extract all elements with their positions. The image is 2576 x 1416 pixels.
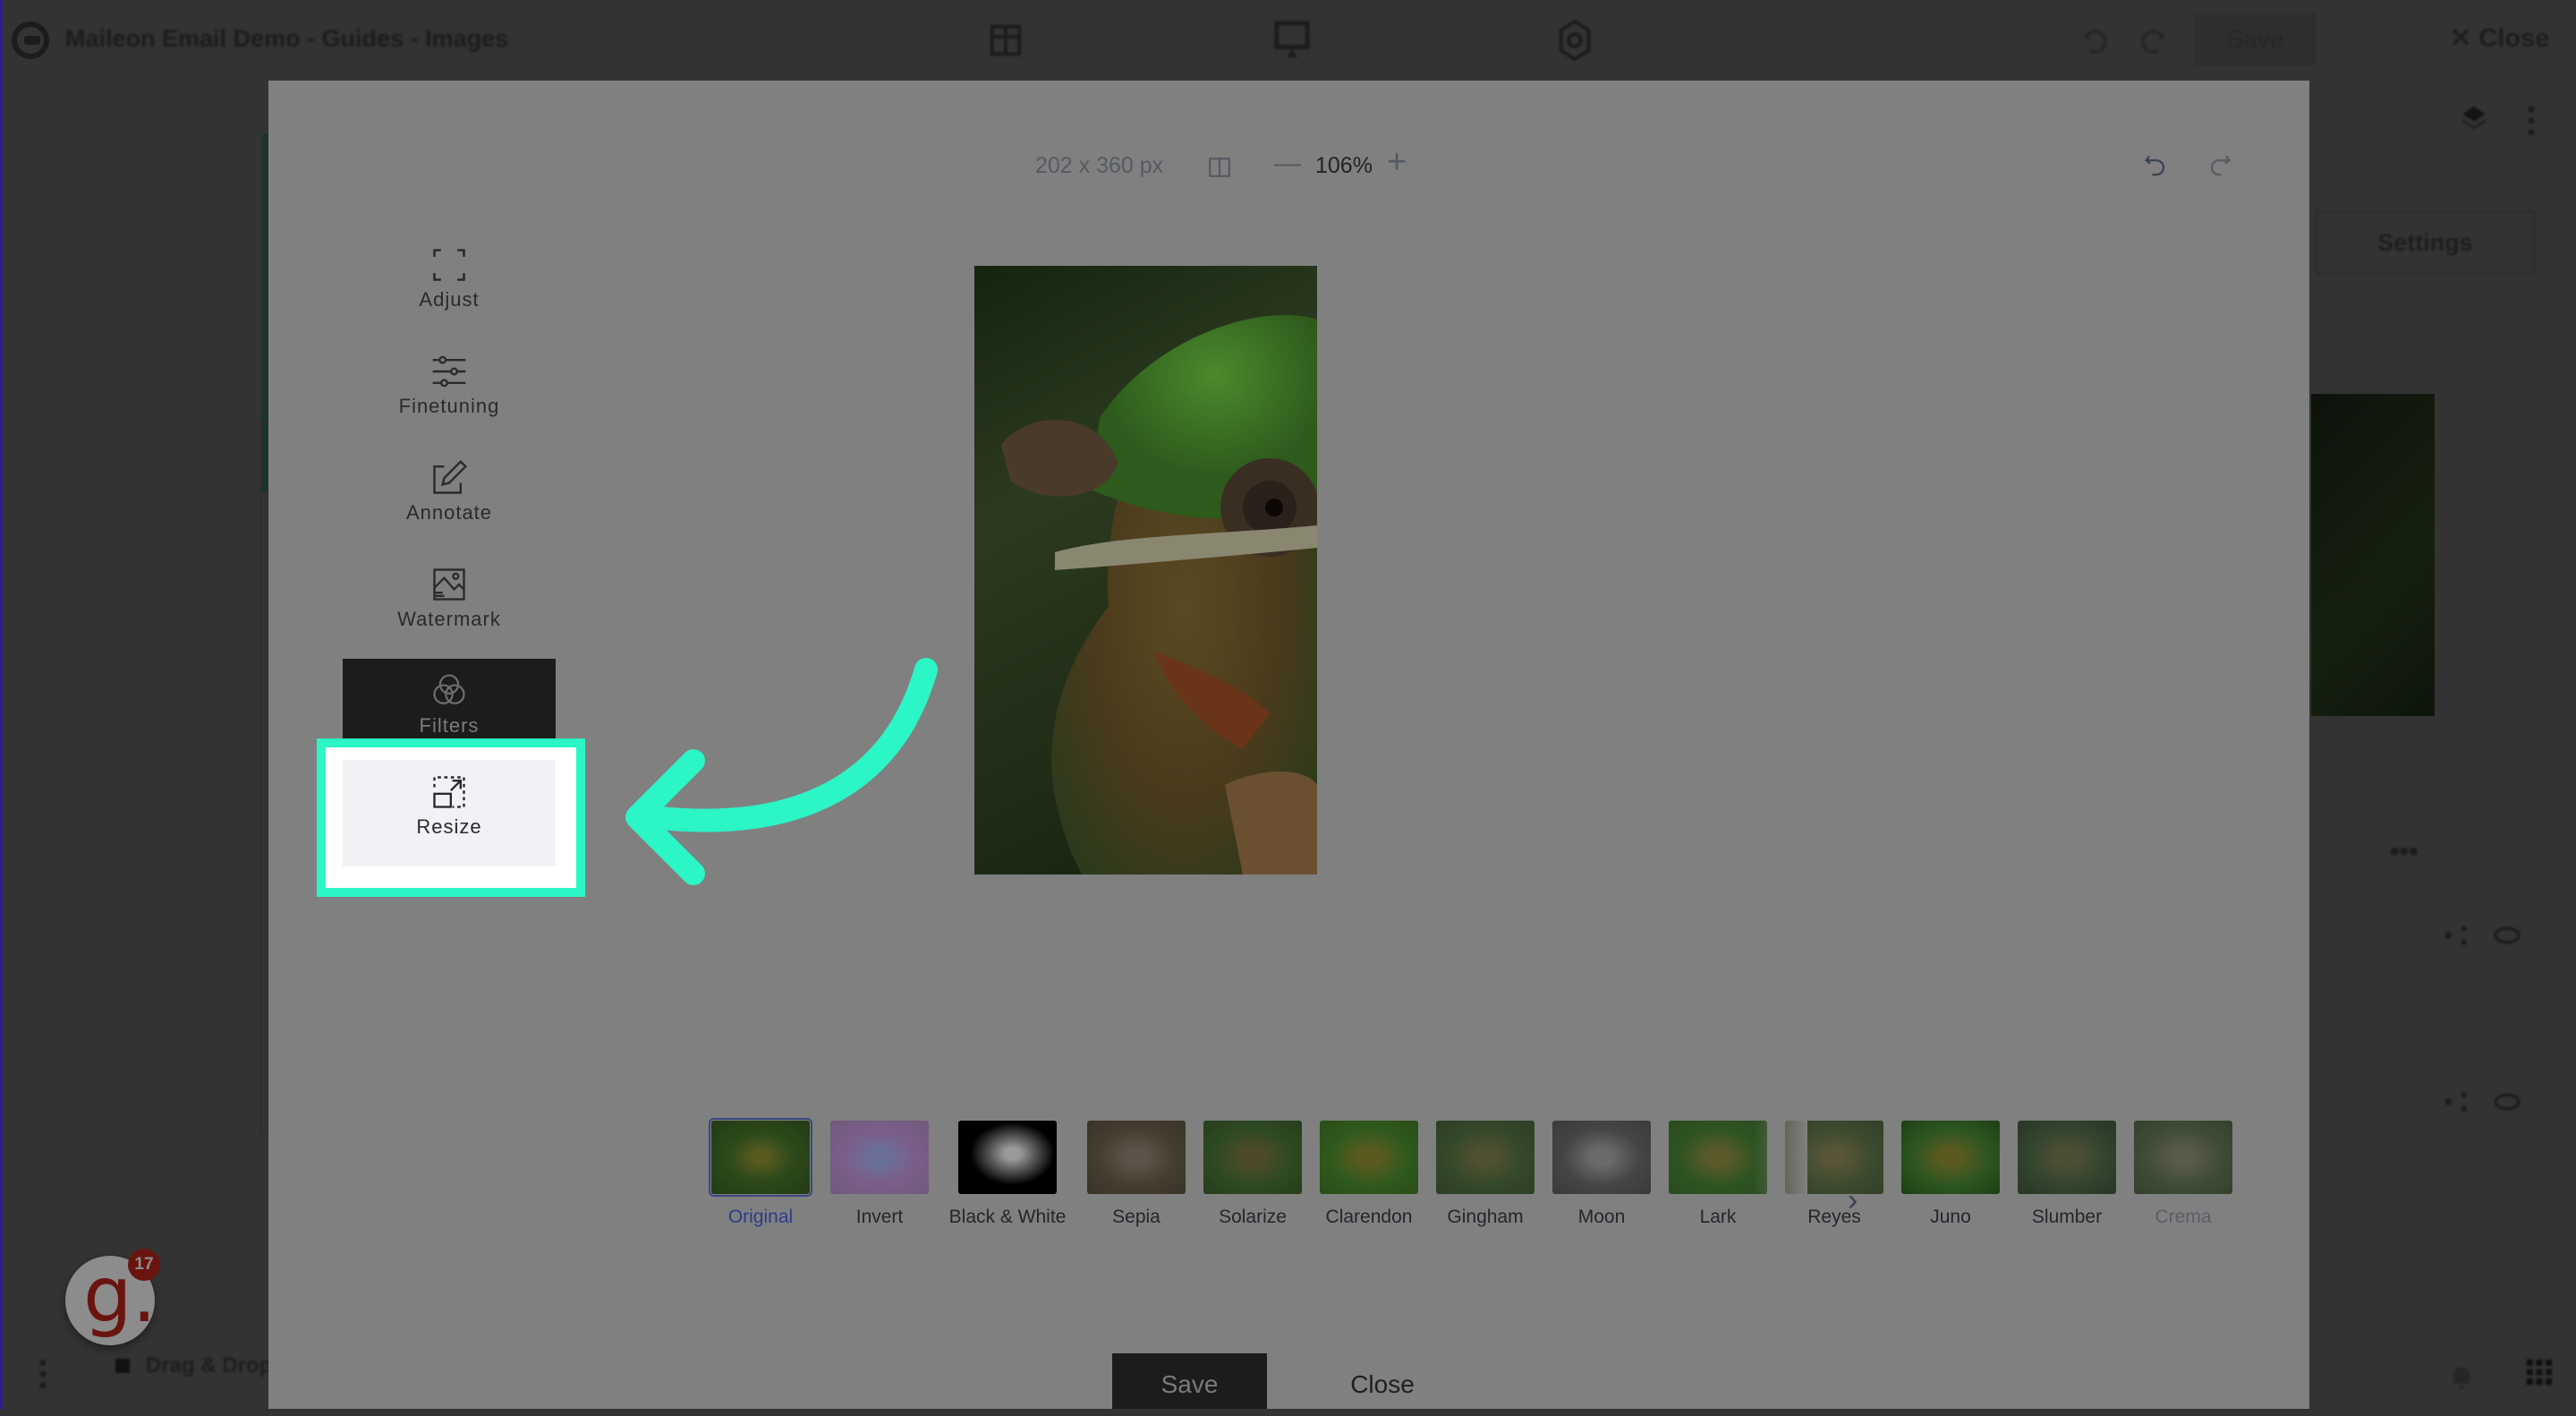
- menu-item-finetuning[interactable]: Finetuning: [343, 339, 556, 446]
- filter-juno[interactable]: Juno: [1901, 1121, 2000, 1228]
- menu-label: Watermark: [343, 608, 556, 631]
- crop-corners-icon: [429, 245, 469, 285]
- more-vert-icon[interactable]: [38, 1359, 47, 1389]
- layout-icon[interactable]: [985, 20, 1026, 61]
- filter-thumbnail: [1203, 1121, 1302, 1194]
- chevron-right-icon[interactable]: ›: [1848, 1183, 1858, 1218]
- filter-original[interactable]: Original: [711, 1121, 810, 1228]
- share-icon[interactable]: [2443, 1090, 2470, 1113]
- filter-thumbnail: [830, 1121, 929, 1194]
- redo-icon[interactable]: [2139, 23, 2170, 57]
- close-button[interactable]: Close: [1320, 1353, 1445, 1409]
- filter-sepia[interactable]: Sepia: [1087, 1121, 1186, 1228]
- close-x-icon: ✕: [2450, 24, 2478, 53]
- filter-thumbnail: [1087, 1121, 1186, 1194]
- app-top-bar: Maileon Email Demo - Guides - Images Sav…: [3, 0, 2576, 81]
- image-watermark-icon: [429, 565, 469, 604]
- apps-grid-icon[interactable]: [2524, 1357, 2555, 1387]
- menu-label: Adjust: [343, 288, 556, 311]
- filter-solarize[interactable]: Solarize: [1203, 1121, 1302, 1228]
- layers-icon[interactable]: [2459, 103, 2489, 135]
- filter-label: Crema: [2107, 1207, 2259, 1228]
- filter-scroll-fade: [1754, 1119, 1807, 1226]
- filter-thumbnail: [2134, 1121, 2232, 1194]
- image-dimensions: 202 x 360 px: [1035, 153, 1163, 179]
- background-image-thumbnail: [2311, 394, 2435, 716]
- filter-lark[interactable]: Lark: [1669, 1121, 1767, 1228]
- app-close-button[interactable]: ✕ Close: [2450, 22, 2549, 54]
- code-icon[interactable]: [2493, 1090, 2521, 1113]
- share-icon[interactable]: [2443, 924, 2470, 947]
- filter-thumbnail: [2018, 1121, 2116, 1194]
- filter-invert[interactable]: Invert: [830, 1121, 929, 1228]
- drag-drop-label[interactable]: Drag & Drop: [146, 1353, 272, 1378]
- notification-badge: 17: [128, 1249, 160, 1281]
- code-icon[interactable]: [2493, 924, 2521, 947]
- filter-slumber[interactable]: Slumber: [2018, 1121, 2116, 1228]
- desktop-preview-icon[interactable]: [1271, 18, 1313, 63]
- filter-thumbnail: [711, 1121, 810, 1194]
- edited-image-preview: [974, 266, 1317, 874]
- settings-gear-icon[interactable]: [1554, 18, 1595, 63]
- save-button[interactable]: Save: [1112, 1353, 1267, 1409]
- undo-icon[interactable]: [2079, 23, 2109, 57]
- menu-label: Filters: [343, 714, 556, 738]
- pencil-edit-icon: [429, 458, 469, 498]
- filter-thumbnail: [1669, 1121, 1767, 1194]
- app-title: Maileon Email Demo - Guides - Images: [65, 25, 508, 53]
- more-vert-icon[interactable]: [2526, 106, 2537, 136]
- chameleon-image: [974, 266, 1317, 874]
- filter-thumbnail: [1901, 1121, 2000, 1194]
- bell-icon[interactable]: [2448, 1361, 2475, 1391]
- filter-crema[interactable]: Crema: [2134, 1121, 2232, 1228]
- zoom-in-button[interactable]: +: [1387, 143, 1407, 182]
- filter-gingham[interactable]: Gingham: [1436, 1121, 1535, 1228]
- menu-label: Annotate: [343, 501, 556, 525]
- filter-thumbnail: [1320, 1121, 1418, 1194]
- menu-item-watermark[interactable]: Watermark: [343, 552, 556, 659]
- undo-icon[interactable]: [2144, 152, 2169, 181]
- color-circles-icon: [429, 671, 469, 711]
- menu-label: Finetuning: [343, 395, 556, 418]
- filter-black-white[interactable]: Black & White: [958, 1121, 1057, 1228]
- filter-thumbnail: [1552, 1121, 1651, 1194]
- filter-clarendon[interactable]: Clarendon: [1320, 1121, 1418, 1228]
- filter-thumbnail: [1436, 1121, 1535, 1194]
- menu-item-adjust[interactable]: Adjust: [343, 233, 556, 339]
- filter-moon[interactable]: Moon: [1552, 1121, 1651, 1228]
- more-horiz-icon[interactable]: •••: [2390, 837, 2419, 867]
- filter-thumbnail: [958, 1121, 1057, 1194]
- zoom-out-button[interactable]: —: [1274, 149, 1301, 179]
- compare-split-icon[interactable]: [1208, 156, 1231, 179]
- maileon-logo-icon: [12, 21, 49, 59]
- menu-item-annotate[interactable]: Annotate: [343, 446, 556, 552]
- editor-side-menu: Adjust Finetuning Annotate Watermark Fil…: [343, 233, 556, 765]
- zoom-level: 106%: [1315, 153, 1373, 179]
- sliders-icon: [429, 352, 469, 391]
- drag-drop-icon: [115, 1359, 130, 1373]
- settings-tab[interactable]: Settings: [2316, 210, 2535, 275]
- highlight-box: [317, 738, 585, 897]
- filter-presets-list: Original Invert Black & White Sepia Sola…: [711, 1121, 2232, 1219]
- app-save-button[interactable]: Save: [2195, 13, 2316, 65]
- redo-icon[interactable]: [2206, 152, 2232, 181]
- gamification-widget[interactable]: g. 17: [65, 1256, 155, 1345]
- annotation-arrow-icon: [582, 627, 984, 913]
- app-close-label: Close: [2478, 24, 2549, 53]
